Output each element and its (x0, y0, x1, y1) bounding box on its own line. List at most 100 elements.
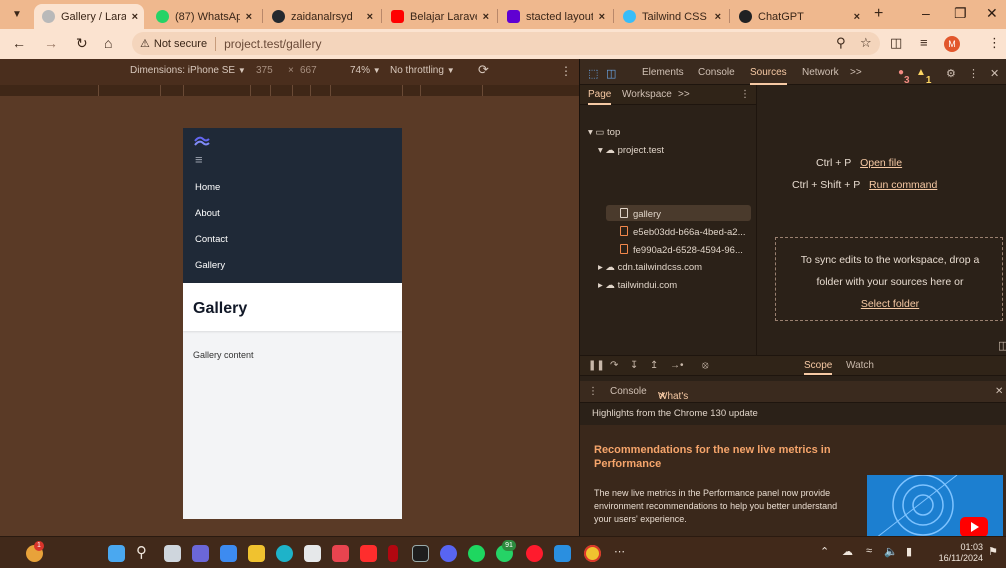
tab-yahoo[interactable]: stacted layout × (499, 4, 611, 29)
tailwind-logo-icon[interactable] (193, 136, 211, 148)
tab-chatgpt[interactable]: ChatGPT × (731, 4, 866, 29)
inspect-element-icon[interactable]: ⬚ (588, 67, 598, 80)
copilot-icon[interactable] (220, 545, 237, 562)
extensions-icon[interactable]: ◫ (890, 35, 902, 51)
tree-item-top[interactable]: ▾ ▭ top (588, 127, 620, 138)
tree-item-origin[interactable]: ▾ ☁ project.test (598, 145, 664, 156)
device-toggle-icon[interactable]: ◫ (606, 67, 616, 80)
video-thumbnail[interactable] (867, 475, 1003, 545)
restore-icon[interactable]: ❐ (954, 5, 967, 22)
nav-link-contact[interactable]: Contact (195, 234, 228, 245)
volume-icon[interactable]: 🔈 (884, 545, 898, 558)
pause-icon[interactable]: ❚❚ (588, 360, 605, 371)
laravel-herd-icon[interactable] (332, 545, 349, 562)
reload-icon[interactable]: ↻ (76, 35, 88, 52)
url-text[interactable]: project.test/gallery (224, 37, 321, 51)
tab-search-chevron-icon[interactable]: ▼ (8, 6, 26, 24)
edge-icon[interactable] (276, 545, 293, 562)
settings-gear-icon[interactable]: ⚙ (946, 67, 956, 80)
nav-link-gallery[interactable]: Gallery (195, 260, 225, 271)
run-command-link[interactable]: Run command (869, 179, 937, 191)
minimize-icon[interactable]: – (922, 5, 930, 21)
search-icon[interactable]: ⚲ (136, 543, 147, 561)
netflix-icon[interactable] (388, 545, 398, 562)
youtube-play-icon[interactable] (960, 517, 988, 537)
tab-github[interactable]: zaidanalrsyd × (264, 4, 379, 29)
security-label[interactable]: Not secure (154, 38, 207, 50)
select-folder-link[interactable]: Select folder (861, 298, 919, 310)
task-view-icon[interactable] (164, 545, 181, 562)
tab-network[interactable]: Network (802, 67, 839, 78)
tab-watch[interactable]: Watch (846, 360, 874, 371)
spotify-icon[interactable] (468, 545, 485, 562)
tab-close-icon[interactable]: × (132, 11, 138, 23)
forward-arrow-icon[interactable]: → (44, 35, 58, 51)
zoom-icon[interactable]: ⚲ (836, 35, 846, 51)
more-tabs-chevron[interactable]: >> (850, 67, 862, 78)
tab-close-icon[interactable]: × (246, 11, 252, 23)
nav-link-about[interactable]: About (195, 208, 220, 219)
overflow-dots-icon[interactable]: ⋯ (614, 545, 625, 558)
bookmark-star-icon[interactable]: ☆ (860, 35, 872, 51)
step-icon[interactable]: →• (670, 360, 684, 371)
tab-gallery[interactable]: Gallery / Larav × (34, 4, 144, 29)
notifications-bell-icon[interactable]: ⚑ (988, 545, 998, 558)
step-into-icon[interactable]: ↧ (630, 360, 638, 371)
subtab-more-chevron[interactable]: >> (678, 89, 690, 100)
tab-sources[interactable]: Sources (750, 67, 787, 85)
store-icon[interactable] (304, 545, 321, 562)
subtab-kebab-icon[interactable]: ⋮ (740, 89, 750, 100)
drawer-kebab-icon[interactable]: ⋮ (588, 386, 598, 397)
step-over-icon[interactable]: ↷ (610, 360, 618, 371)
profile-avatar[interactable]: M (944, 36, 960, 52)
tray-chevron-up-icon[interactable]: ⌃ (820, 545, 829, 558)
onedrive-icon[interactable]: ☁ (842, 545, 853, 558)
rotate-icon[interactable]: ⟳ (478, 62, 489, 78)
terminal-icon[interactable] (412, 545, 429, 562)
tree-item-origin[interactable]: ▸ ☁ tailwindui.com (598, 280, 677, 291)
tab-close-icon[interactable]: × (367, 11, 373, 23)
opera-icon[interactable] (526, 545, 543, 562)
teams-icon[interactable] (192, 545, 209, 562)
youtube-app-icon[interactable] (360, 545, 377, 562)
dock-side-icon[interactable]: ◫ (998, 339, 1006, 352)
close-drawer-icon[interactable]: ✕ (995, 386, 1003, 397)
start-windows-icon[interactable] (108, 545, 125, 562)
tab-whatsapp[interactable]: (87) WhatsAp × (148, 4, 258, 29)
tab-close-icon[interactable]: × (483, 11, 489, 23)
battery-icon[interactable]: ▮ (906, 545, 912, 558)
chrome-icon[interactable] (584, 545, 601, 562)
vscode-icon[interactable] (554, 545, 571, 562)
height-input[interactable]: 667 (300, 65, 317, 76)
hamburger-menu-icon[interactable]: ≡ (195, 152, 203, 167)
tree-file-script[interactable]: fe990a2d-6528-4594-96... (620, 244, 743, 256)
wifi-icon[interactable]: ≈ (866, 545, 872, 557)
error-counter[interactable]: ● 3 (898, 67, 910, 86)
tab-close-icon[interactable]: × (599, 11, 605, 23)
drawer-tab-console[interactable]: Console (610, 386, 647, 397)
back-arrow-icon[interactable]: ← (12, 35, 26, 51)
subtab-workspace[interactable]: Workspace (622, 89, 672, 100)
tree-file-script[interactable]: e5eb03dd-b66a-4bed-a2... (620, 226, 746, 238)
discord-icon[interactable] (440, 545, 457, 562)
warning-counter[interactable]: ▲ 1 (916, 67, 931, 86)
tree-item-origin[interactable]: ▸ ☁ cdn.tailwindcss.com (598, 262, 702, 273)
close-window-icon[interactable]: ✕ (986, 5, 998, 22)
menu-kebab-icon[interactable]: ⋮ (988, 35, 1001, 51)
deactivate-breakpoints-icon[interactable]: ⦻ (702, 360, 709, 371)
device-toolbar-kebab-icon[interactable]: ⋮ (560, 64, 572, 78)
feature-card[interactable]: Recommendations for the new live metrics… (580, 425, 1006, 545)
tab-youtube[interactable]: Belajar Laravel × (383, 4, 495, 29)
close-tab-icon[interactable]: ✕ (658, 391, 666, 402)
step-out-icon[interactable]: ↥ (650, 360, 658, 371)
open-file-link[interactable]: Open file (860, 157, 902, 169)
tab-elements[interactable]: Elements (642, 67, 684, 78)
tab-close-icon[interactable]: × (854, 11, 860, 23)
tab-console[interactable]: Console (698, 67, 735, 78)
file-explorer-icon[interactable] (248, 545, 265, 562)
reading-list-icon[interactable]: ≡ (920, 35, 928, 50)
system-clock[interactable]: 01:03 16/11/2024 (931, 542, 983, 564)
devtools-kebab-icon[interactable]: ⋮ (968, 67, 979, 80)
subtab-page[interactable]: Page (588, 89, 612, 105)
width-input[interactable]: 375 (256, 65, 273, 76)
